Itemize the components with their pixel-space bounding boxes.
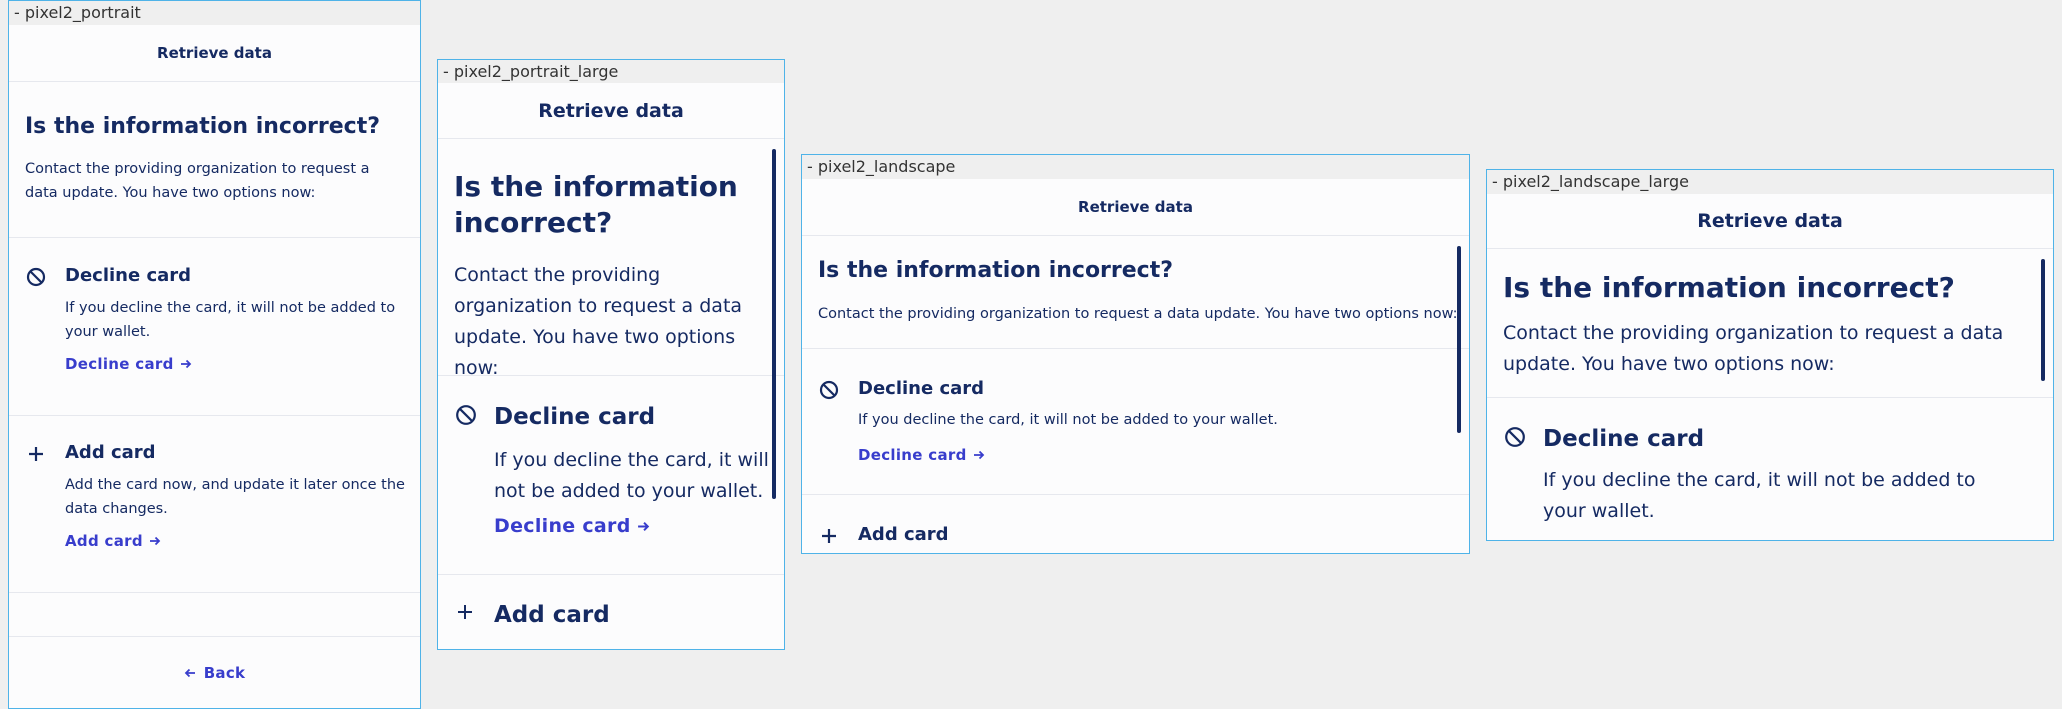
arrow-right-icon (637, 521, 649, 531)
plus-icon (25, 443, 47, 465)
divider (802, 348, 1469, 349)
option-description: If you decline the card, it will not be … (65, 300, 396, 340)
decline-option: Decline card If you decline the card, it… (25, 262, 405, 412)
back-button[interactable]: Back (184, 664, 246, 682)
app-header: Retrieve data (9, 25, 420, 82)
option-title: Decline card (1543, 426, 1705, 452)
app-header: Retrieve data (802, 179, 1469, 236)
arrow-right-icon (180, 359, 191, 369)
divider (1487, 397, 2053, 398)
device-frame-pixel2-portrait-large: - pixel2_portrait_large Retrieve data Is… (437, 59, 785, 650)
option-title: Add card (494, 602, 610, 628)
link-label: Decline card (494, 515, 631, 537)
scroll-content: Is the information incorrect? Contact th… (1487, 249, 2053, 540)
scrollbar[interactable] (2041, 259, 2045, 381)
page-title: Is the information incorrect? (818, 258, 1173, 283)
option-description: If you decline the card, it will not be … (1543, 469, 1976, 522)
decline-option: Decline card If you decline the card, it… (818, 375, 1438, 485)
option-title: Add card (858, 524, 949, 545)
block-icon (1503, 425, 1527, 449)
arrow-right-icon (973, 450, 984, 460)
option-title: Decline card (494, 404, 656, 430)
option-title: Add card (65, 442, 156, 463)
app-header: Retrieve data (438, 83, 784, 139)
link-label: Decline card (65, 355, 174, 373)
page-description: Contact the providing organization to re… (818, 306, 1458, 322)
link-label: Decline card (858, 446, 967, 464)
decline-card-link[interactable]: Decline card (858, 443, 985, 467)
header-title: Retrieve data (1078, 198, 1193, 216)
page-description: Contact the providing organization to re… (25, 161, 370, 201)
plus-icon (818, 525, 840, 547)
option-description: Add the card now, and update it later on… (65, 477, 405, 517)
arrow-right-icon (149, 536, 161, 546)
frame-label: - pixel2_portrait_large (438, 60, 784, 83)
divider (438, 375, 784, 376)
option-description: If you decline the card, it will not be … (858, 412, 1278, 428)
scroll-content: Is the information incorrect? Contact th… (802, 236, 1469, 553)
decline-card-link[interactable]: Decline card (65, 352, 192, 376)
block-icon (454, 403, 478, 427)
link-label: Add card (65, 532, 143, 550)
add-option: Add card (818, 521, 1438, 553)
plus-icon (454, 601, 476, 623)
arrow-left-icon (184, 668, 195, 677)
page-description: Contact the providing organization to re… (1503, 322, 2004, 375)
scrollbar[interactable] (772, 149, 776, 499)
device-frame-pixel2-landscape: - pixel2_landscape Retrieve data Is the … (801, 154, 1470, 554)
add-option: Add card Add the card now, and update it… (25, 439, 405, 589)
header-title: Retrieve data (157, 44, 272, 62)
page-description: Contact the providing organization to re… (454, 264, 743, 379)
frame-label: - pixel2_landscape (802, 155, 1469, 179)
divider (438, 574, 784, 575)
page-title: Is the information incorrect? (1503, 271, 1955, 304)
block-icon (25, 266, 47, 288)
divider (9, 237, 420, 238)
device-frame-pixel2-landscape-large: - pixel2_landscape_large Retrieve data I… (1486, 169, 2054, 541)
option-description: If you decline the card, it will not be … (494, 449, 769, 502)
page-title: Is the information incorrect? (454, 170, 738, 239)
option-title: Decline card (858, 378, 985, 399)
app-header: Retrieve data (1487, 194, 2053, 249)
option-title: Decline card (65, 265, 192, 286)
device-frame-pixel2-portrait: - pixel2_portrait Retrieve data Is the i… (8, 0, 421, 709)
scrollbar[interactable] (1457, 246, 1461, 433)
divider (9, 592, 420, 593)
back-label: Back (203, 663, 246, 682)
decline-option: Decline card If you decline the card, it… (454, 401, 774, 561)
footer: Back (9, 636, 420, 708)
divider (9, 415, 420, 416)
scroll-content: Is the information incorrect? Contact th… (9, 82, 420, 636)
divider (802, 494, 1469, 495)
decline-card-link[interactable]: Decline card (494, 513, 650, 539)
page-title: Is the information incorrect? (25, 114, 380, 139)
header-title: Retrieve data (1697, 210, 1843, 232)
header-title: Retrieve data (538, 100, 684, 122)
block-icon (818, 379, 840, 401)
add-option: Add card (454, 599, 774, 649)
frame-label: - pixel2_landscape_large (1487, 170, 2053, 194)
add-card-link[interactable]: Add card (65, 529, 161, 553)
scroll-content: Is the information incorrect? Contact th… (438, 139, 784, 649)
decline-option: Decline card If you decline the card, it… (1503, 423, 2023, 540)
frame-label: - pixel2_portrait (9, 1, 420, 25)
